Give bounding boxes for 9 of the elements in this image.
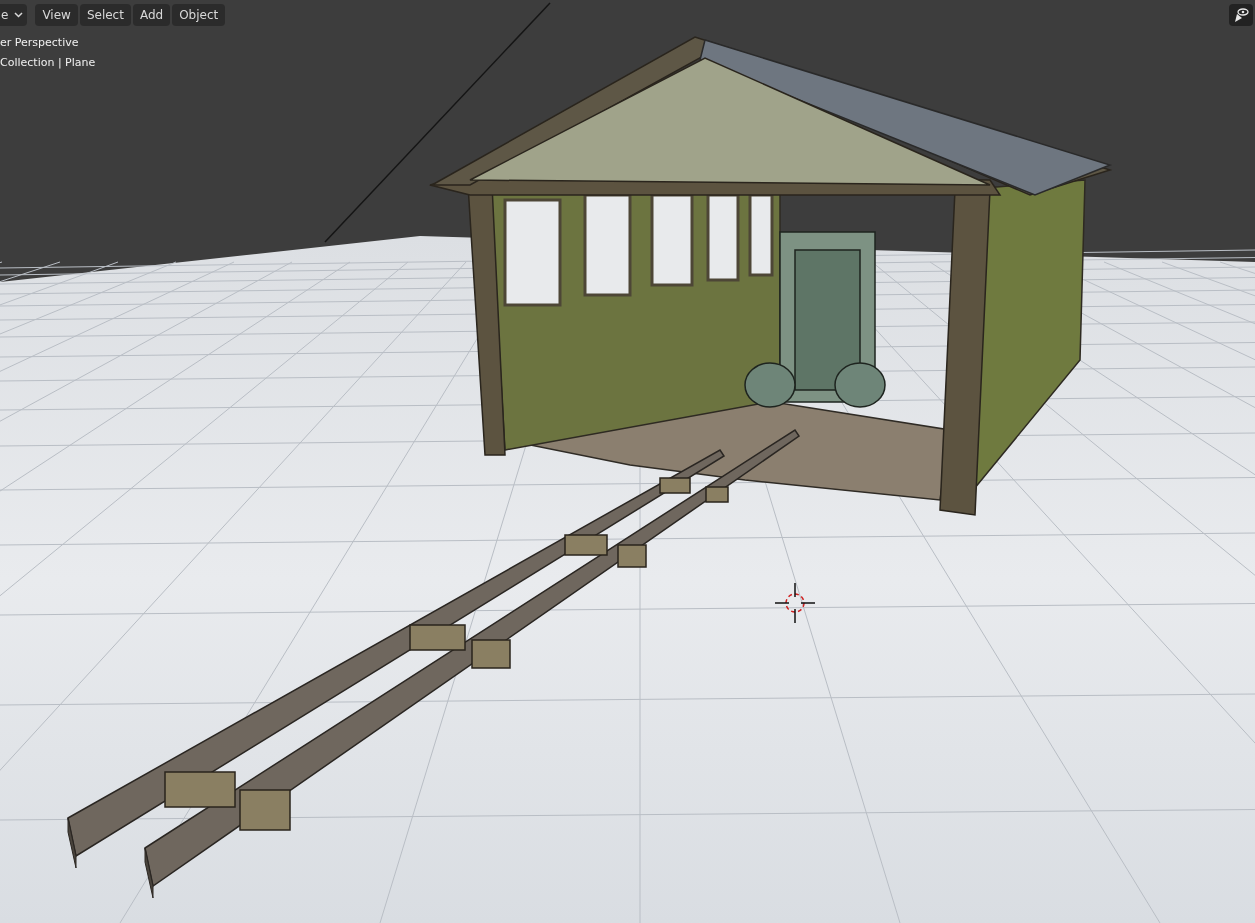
visibility-toggle[interactable] [1229, 3, 1253, 26]
mode-dropdown[interactable]: e [0, 3, 28, 26]
chevron-down-icon [14, 11, 24, 18]
3d-cursor-icon [775, 583, 815, 623]
header-menu[interactable]: View [35, 3, 78, 26]
eye-pointer-icon [1233, 6, 1249, 23]
header-menu[interactable]: Object [172, 3, 226, 26]
view-name-label: er Perspective [0, 36, 79, 50]
collection-info-label: Collection | Plane [0, 56, 96, 70]
